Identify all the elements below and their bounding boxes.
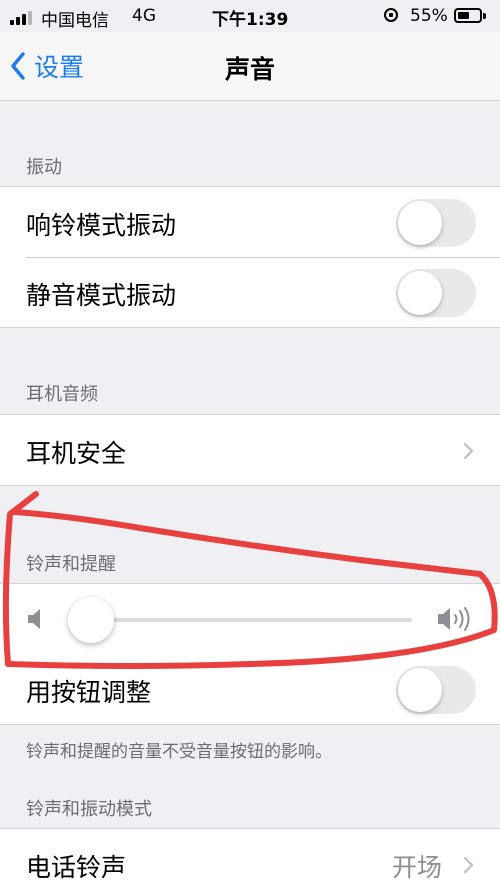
sounds-group: 电话铃声 开场 bbox=[0, 828, 500, 888]
ring-vibrate-label: 响铃模式振动 bbox=[26, 211, 177, 240]
ringtone-label: 电话铃声 bbox=[26, 853, 127, 882]
sound-settings-screen: 中国电信 4G 下午1:39 55% 设置 声音 振动 响铃模式振动 静音模式振… bbox=[0, 0, 500, 888]
ringer-volume-track[interactable] bbox=[70, 618, 412, 622]
ringer-volume-slider-thumb[interactable] bbox=[68, 597, 114, 643]
silent-vibrate-toggle[interactable] bbox=[396, 269, 476, 317]
silent-vibrate-row: 静音模式振动 bbox=[0, 257, 500, 327]
toggle-knob bbox=[398, 201, 442, 245]
ring-vibrate-toggle[interactable] bbox=[396, 199, 476, 247]
battery-tip bbox=[483, 13, 486, 19]
toggle-knob bbox=[398, 271, 442, 315]
network-type: 4G bbox=[132, 6, 156, 26]
change-with-buttons-toggle[interactable] bbox=[396, 666, 476, 714]
ringer-volume-row bbox=[0, 584, 500, 654]
headphone-safety-row[interactable]: 耳机安全 bbox=[0, 415, 500, 485]
volume-high-icon bbox=[438, 607, 470, 631]
ring-vibrate-row: 响铃模式振动 bbox=[0, 187, 500, 257]
section-header-sounds: 铃声和振动模式 bbox=[26, 799, 152, 820]
ringer-group: 用按钮调整 bbox=[0, 583, 500, 725]
chevron-right-icon bbox=[463, 856, 474, 874]
headphone-safety-label: 耳机安全 bbox=[26, 439, 127, 468]
orientation-lock-icon bbox=[384, 8, 398, 22]
status-time: 下午1:39 bbox=[212, 10, 289, 30]
battery-icon bbox=[454, 8, 482, 23]
vibration-group: 响铃模式振动 静音模式振动 bbox=[0, 186, 500, 328]
battery-percentage: 55% bbox=[410, 6, 448, 26]
change-with-buttons-row: 用按钮调整 bbox=[0, 654, 500, 724]
toggle-knob bbox=[398, 668, 442, 712]
navigation-bar: 设置 声音 bbox=[0, 32, 500, 101]
volume-low-icon bbox=[28, 609, 40, 629]
chevron-right-icon bbox=[463, 442, 474, 460]
cellular-signal-icon bbox=[10, 11, 32, 25]
status-bar: 中国电信 4G 下午1:39 55% bbox=[0, 0, 500, 32]
section-header-vibration: 振动 bbox=[26, 157, 62, 178]
silent-vibrate-label: 静音模式振动 bbox=[26, 281, 177, 310]
change-with-buttons-label: 用按钮调整 bbox=[26, 678, 152, 707]
carrier-name: 中国电信 bbox=[41, 11, 109, 31]
section-header-headphone-audio: 耳机音频 bbox=[26, 384, 98, 405]
headphone-group: 耳机安全 bbox=[0, 414, 500, 486]
ringtone-value: 开场 bbox=[391, 853, 442, 882]
ringer-footer-note: 铃声和提醒的音量不受音量按钮的影响。 bbox=[26, 742, 332, 762]
ringtone-row[interactable]: 电话铃声 开场 bbox=[0, 829, 500, 888]
page-title: 声音 bbox=[224, 55, 275, 84]
section-header-ringer: 铃声和提醒 bbox=[26, 554, 116, 575]
